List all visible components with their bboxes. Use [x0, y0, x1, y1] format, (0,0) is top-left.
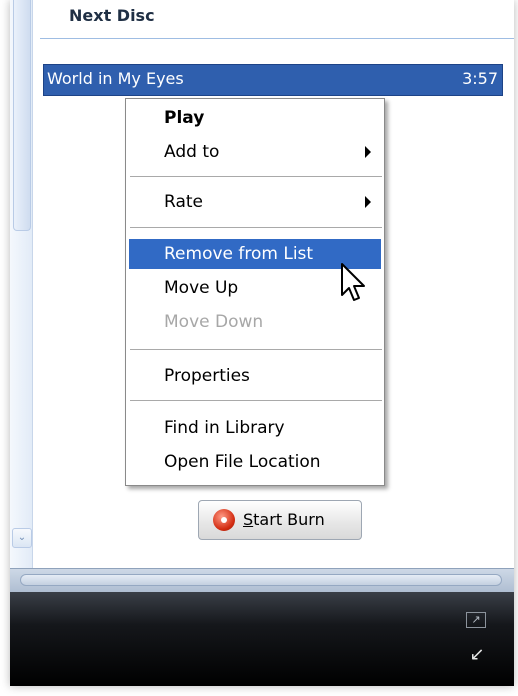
menu-item-add-to[interactable]: Add to	[129, 137, 381, 167]
menu-item-label: Find in Library	[164, 418, 285, 438]
menu-item-label: Remove from List	[164, 244, 314, 264]
menu-item-label: Add to	[164, 142, 220, 162]
restore-window-icon[interactable]: ↗	[466, 612, 486, 628]
pane-title: Next Disc	[69, 6, 155, 25]
menu-item-label: Properties	[164, 366, 250, 386]
pane-header: Next Disc	[40, 0, 514, 39]
menu-item-find-in-library[interactable]: Find in Library	[129, 413, 381, 443]
bottom-frame	[10, 568, 514, 593]
start-burn-button[interactable]: Start Burn	[198, 500, 362, 540]
menu-item-open-file-location[interactable]: Open File Location	[129, 447, 381, 477]
scrollbar-thumb[interactable]	[13, 0, 31, 231]
menu-item-label: Open File Location	[164, 452, 321, 472]
menu-item-label: Move Up	[164, 278, 239, 298]
bottom-scrollbar[interactable]	[20, 574, 502, 586]
track-duration: 3:57	[462, 69, 498, 88]
track-title: World in My Eyes	[47, 69, 184, 88]
burn-disc-icon	[213, 509, 235, 531]
submenu-arrow-icon	[365, 196, 371, 208]
left-scrollbar[interactable]: ⌄	[10, 0, 33, 568]
start-burn-label: Start Burn	[243, 510, 325, 529]
menu-item-properties[interactable]: Properties	[129, 361, 381, 391]
menu-separator	[130, 227, 382, 228]
menu-separator	[130, 349, 382, 350]
menu-item-move-down: Move Down	[129, 307, 381, 337]
arrow-cursor-icon	[341, 263, 365, 301]
mini-player-icon[interactable]: ↙	[468, 646, 486, 664]
menu-item-label: Rate	[164, 192, 203, 212]
menu-separator	[130, 400, 382, 401]
player-controls-bar	[10, 592, 514, 686]
menu-item-rate[interactable]: Rate	[129, 187, 381, 217]
menu-item-play[interactable]: Play	[129, 103, 381, 133]
submenu-arrow-icon	[365, 146, 371, 158]
scroll-down-arrow-icon[interactable]: ⌄	[12, 528, 32, 548]
menu-item-label: Play	[164, 108, 205, 128]
track-row-selected[interactable]: World in My Eyes 3:57	[43, 64, 503, 96]
menu-item-label: Move Down	[164, 312, 264, 332]
menu-separator	[130, 176, 382, 177]
